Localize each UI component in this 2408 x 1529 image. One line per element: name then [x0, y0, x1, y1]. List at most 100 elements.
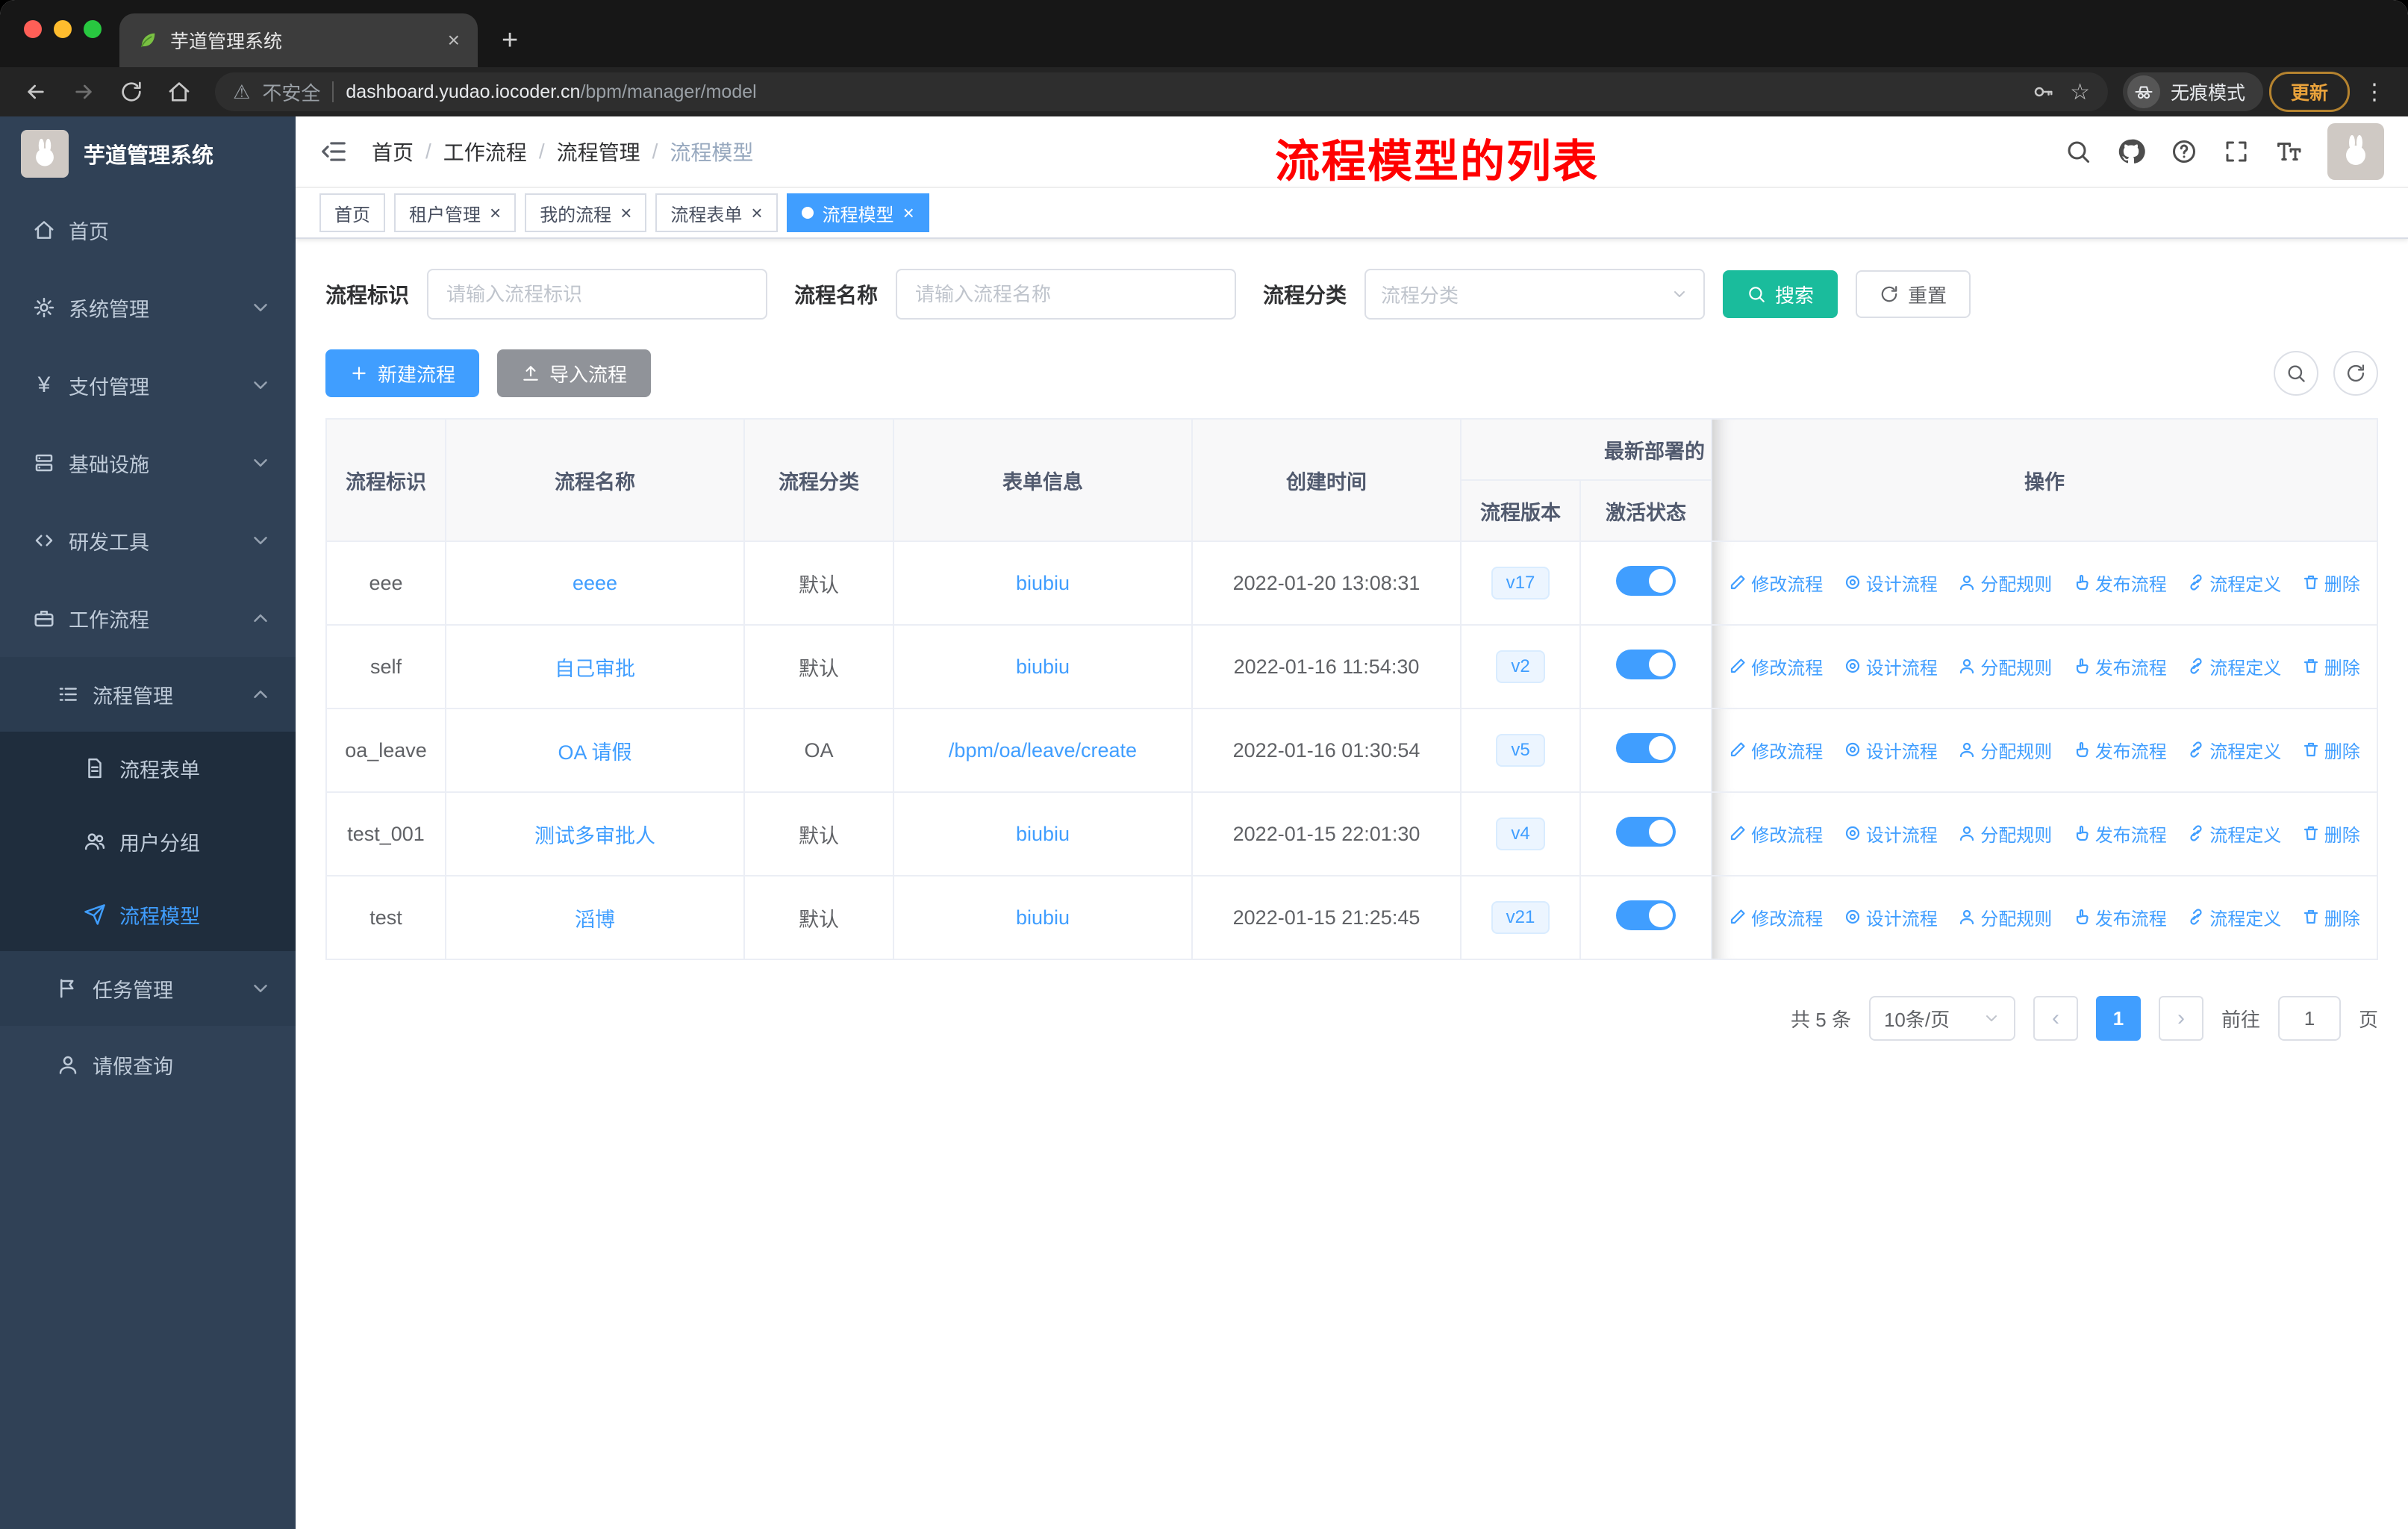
github-icon[interactable] — [2117, 137, 2145, 166]
op-assign-link[interactable]: 分配规则 — [1958, 904, 2052, 930]
breadcrumb-item[interactable]: 流程管理 — [557, 137, 640, 166]
browser-menu-icon[interactable]: ⋮ — [2356, 79, 2393, 105]
op-assign-link[interactable]: 分配规则 — [1958, 653, 2052, 679]
tag-process-model[interactable]: 流程模型 × — [786, 193, 929, 232]
close-window-button[interactable] — [24, 20, 42, 38]
sidebar-item-process-model[interactable]: 流程模型 — [0, 878, 296, 951]
minimize-window-button[interactable] — [54, 20, 72, 38]
sidebar-item-leave-query[interactable]: 请假查询 — [0, 1026, 296, 1103]
op-delete-link[interactable]: 删除 — [2302, 904, 2360, 930]
op-modify-link[interactable]: 修改流程 — [1729, 737, 1823, 763]
op-design-link[interactable]: 设计流程 — [1844, 820, 1938, 847]
browser-home-button[interactable] — [158, 72, 200, 111]
op-definition-link[interactable]: 流程定义 — [2187, 737, 2281, 763]
op-design-link[interactable]: 设计流程 — [1844, 653, 1938, 679]
page-number-current[interactable]: 1 — [2095, 996, 2141, 1041]
op-delete-link[interactable]: 删除 — [2302, 820, 2360, 847]
op-publish-link[interactable]: 发布流程 — [2073, 904, 2167, 930]
close-icon[interactable]: × — [620, 203, 631, 222]
import-process-button[interactable]: 导入流程 — [497, 349, 652, 397]
help-icon[interactable] — [2171, 138, 2198, 165]
breadcrumb-item[interactable]: 工作流程 — [443, 137, 527, 166]
forward-button[interactable] — [63, 72, 105, 111]
tag-process-form[interactable]: 流程表单 × — [655, 193, 778, 232]
update-browser-button[interactable]: 更新 — [2268, 72, 2350, 112]
op-delete-link[interactable]: 删除 — [2302, 737, 2360, 763]
op-publish-link[interactable]: 发布流程 — [2073, 820, 2167, 847]
sidebar-item-payment[interactable]: ¥ 支付管理 — [0, 346, 296, 424]
model-name-link[interactable]: 滔博 — [575, 909, 615, 931]
prev-page-button[interactable]: ‹ — [2033, 996, 2078, 1041]
show-search-button[interactable] — [2274, 351, 2318, 396]
process-name-input[interactable] — [896, 269, 1237, 320]
tab-close-icon[interactable]: × — [448, 28, 460, 52]
op-definition-link[interactable]: 流程定义 — [2187, 904, 2281, 930]
bookmark-star-icon[interactable]: ☆ — [2070, 79, 2090, 105]
fullscreen-icon[interactable] — [2223, 138, 2250, 165]
password-key-icon[interactable] — [2028, 72, 2058, 111]
status-toggle[interactable] — [1616, 649, 1676, 679]
new-tab-button[interactable]: + — [478, 13, 542, 67]
tag-home[interactable]: 首页 — [319, 193, 385, 232]
version-badge[interactable]: v21 — [1491, 901, 1550, 934]
page-size-select[interactable]: 10条/页 — [1868, 996, 2015, 1041]
op-definition-link[interactable]: 流程定义 — [2187, 653, 2281, 679]
form-link[interactable]: /bpm/oa/leave/create — [949, 739, 1137, 762]
reload-button[interactable] — [110, 72, 152, 111]
sidebar-item-devtools[interactable]: 研发工具 — [0, 502, 296, 579]
close-icon[interactable]: × — [751, 203, 762, 222]
form-link[interactable]: biubiu — [1016, 655, 1070, 678]
status-toggle[interactable] — [1616, 900, 1676, 930]
form-link[interactable]: biubiu — [1016, 906, 1070, 929]
sidebar-item-user-group[interactable]: 用户分组 — [0, 805, 296, 878]
version-badge[interactable]: v5 — [1496, 734, 1545, 767]
status-toggle[interactable] — [1616, 732, 1676, 763]
form-link[interactable]: biubiu — [1016, 823, 1070, 845]
version-badge[interactable]: v4 — [1496, 818, 1545, 850]
op-design-link[interactable]: 设计流程 — [1844, 570, 1938, 596]
sidebar-item-infra[interactable]: 基础设施 — [0, 424, 296, 502]
op-delete-link[interactable]: 删除 — [2302, 570, 2360, 596]
status-toggle[interactable] — [1616, 565, 1676, 596]
sidebar-item-workflow[interactable]: 工作流程 — [0, 579, 296, 657]
security-label[interactable]: 不安全 — [262, 78, 320, 106]
version-badge[interactable]: v2 — [1496, 650, 1545, 683]
sidebar-item-process-mgmt[interactable]: 流程管理 — [0, 657, 296, 732]
search-button[interactable]: 搜索 — [1723, 270, 1838, 318]
close-icon[interactable]: × — [903, 203, 914, 222]
op-modify-link[interactable]: 修改流程 — [1729, 653, 1823, 679]
user-avatar[interactable] — [2327, 123, 2384, 180]
model-name-link[interactable]: 自己审批 — [555, 658, 635, 680]
search-icon[interactable] — [2065, 138, 2092, 165]
op-design-link[interactable]: 设计流程 — [1844, 737, 1938, 763]
op-definition-link[interactable]: 流程定义 — [2187, 820, 2281, 847]
tag-tenant[interactable]: 租户管理 × — [394, 193, 517, 232]
model-name-link[interactable]: eeee — [573, 572, 617, 594]
op-publish-link[interactable]: 发布流程 — [2073, 737, 2167, 763]
zoom-window-button[interactable] — [84, 20, 102, 38]
op-modify-link[interactable]: 修改流程 — [1729, 570, 1823, 596]
model-name-link[interactable]: OA 请假 — [558, 741, 631, 764]
op-delete-link[interactable]: 删除 — [2302, 653, 2360, 679]
sidebar-item-system[interactable]: 系统管理 — [0, 269, 296, 346]
op-design-link[interactable]: 设计流程 — [1844, 904, 1938, 930]
url-bar[interactable]: ⚠ 不安全 dashboard.yudao.iocoder.cn/bpm/man… — [215, 72, 2108, 111]
breadcrumb-item[interactable]: 首页 — [372, 137, 414, 166]
tag-my-process[interactable]: 我的流程 × — [525, 193, 647, 232]
op-modify-link[interactable]: 修改流程 — [1729, 820, 1823, 847]
op-publish-link[interactable]: 发布流程 — [2073, 570, 2167, 596]
sidebar-item-task-mgmt[interactable]: 任务管理 — [0, 951, 296, 1026]
next-page-button[interactable]: › — [2158, 996, 2203, 1041]
op-publish-link[interactable]: 发布流程 — [2073, 653, 2167, 679]
op-modify-link[interactable]: 修改流程 — [1729, 904, 1823, 930]
font-size-icon[interactable] — [2275, 138, 2302, 165]
process-id-input[interactable] — [427, 269, 768, 320]
form-link[interactable]: biubiu — [1016, 572, 1070, 594]
create-process-button[interactable]: 新建流程 — [325, 349, 480, 397]
op-definition-link[interactable]: 流程定义 — [2187, 570, 2281, 596]
op-assign-link[interactable]: 分配规则 — [1958, 570, 2052, 596]
sidebar-item-home[interactable]: 首页 — [0, 191, 296, 269]
close-icon[interactable]: × — [490, 203, 501, 222]
category-select[interactable]: 流程分类 — [1364, 269, 1706, 320]
model-name-link[interactable]: 测试多审批人 — [534, 825, 655, 847]
